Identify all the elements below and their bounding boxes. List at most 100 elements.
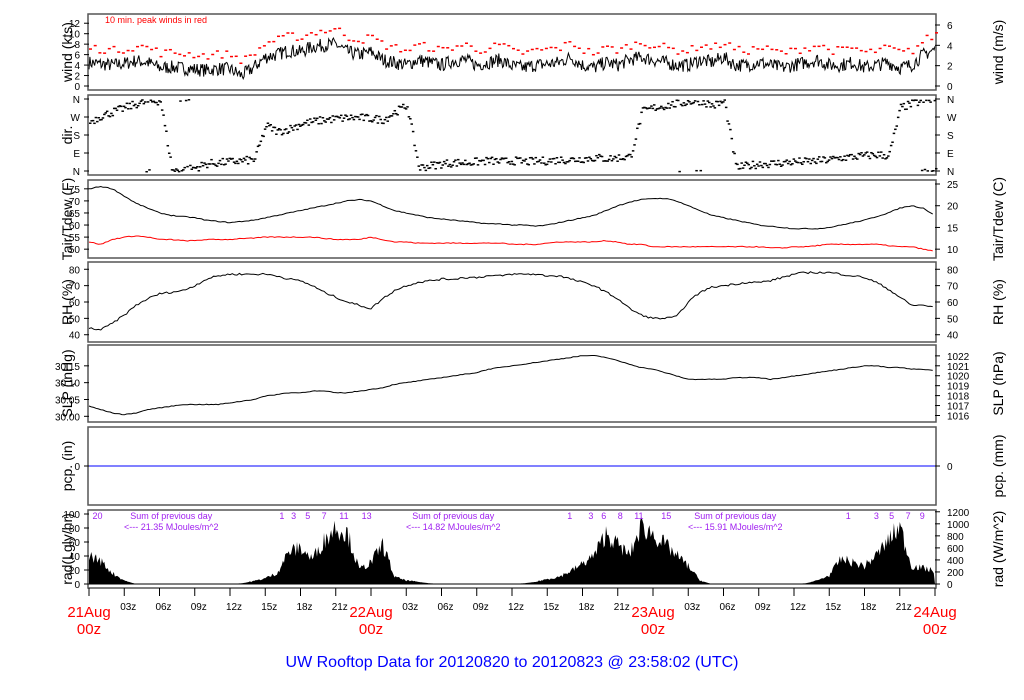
direction-point <box>695 169 698 172</box>
direction-point <box>707 101 711 104</box>
direction-point <box>922 101 925 104</box>
direction-point <box>382 122 385 125</box>
peak-wind-point <box>173 52 177 54</box>
direction-point <box>297 123 301 126</box>
series-peak-wind <box>89 27 938 65</box>
direction-point <box>896 116 900 119</box>
direction-point <box>342 117 346 119</box>
direction-point <box>351 116 354 119</box>
y-tick-label: 50 <box>69 245 81 256</box>
peak-wind-point <box>347 39 351 42</box>
direction-point <box>176 169 179 172</box>
direction-point <box>589 157 593 160</box>
direction-point <box>128 102 131 105</box>
peak-wind-point <box>89 48 92 50</box>
direction-point <box>545 163 549 166</box>
direction-point <box>386 120 390 122</box>
series-direction <box>89 99 938 173</box>
peak-wind-point <box>121 52 125 54</box>
direction-point <box>585 157 588 159</box>
direction-point <box>411 130 415 133</box>
direction-point <box>784 160 787 163</box>
direction-point <box>327 118 330 120</box>
direction-point <box>452 160 456 163</box>
direction-point <box>255 151 258 153</box>
direction-point <box>143 101 147 103</box>
y-tick-label: 40 <box>69 331 81 342</box>
y-tick-label: 60 <box>69 298 81 309</box>
direction-point <box>767 166 770 169</box>
direction-point <box>375 114 378 117</box>
direction-point <box>753 165 756 167</box>
peak-wind-point <box>450 49 454 51</box>
peak-wind-point <box>718 46 722 49</box>
peak-wind-point <box>441 46 445 49</box>
direction-point <box>696 100 700 103</box>
peak-wind-point <box>667 46 671 49</box>
peak-wind-point <box>474 50 478 52</box>
direction-point <box>540 162 543 164</box>
y-tick-label-right: 800 <box>947 532 964 543</box>
direction-point <box>706 100 710 102</box>
direction-point <box>105 110 109 113</box>
direction-point <box>490 156 494 159</box>
peak-wind-point <box>291 32 295 34</box>
peak-wind-point <box>483 51 487 53</box>
direction-point <box>475 157 478 159</box>
peak-wind-point <box>695 49 699 52</box>
peak-wind-point <box>723 43 727 46</box>
y-tick-label-right: 1021 <box>947 362 970 373</box>
direction-point <box>868 157 872 160</box>
direction-point <box>614 156 618 159</box>
direction-point <box>296 128 299 131</box>
direction-point <box>362 119 366 122</box>
direction-point <box>865 151 869 153</box>
panel-frame-slp <box>87 344 937 423</box>
peak-wind-point <box>220 57 224 59</box>
y-tick-label-right: E <box>947 149 954 160</box>
y-tick-label-right: 2 <box>947 62 953 73</box>
direction-point <box>858 153 862 156</box>
direction-point <box>722 101 725 103</box>
direction-point <box>554 162 557 165</box>
direction-point <box>301 123 305 126</box>
direction-point <box>448 163 452 166</box>
rad-annotation: 1 <box>846 511 851 521</box>
direction-point <box>844 159 848 161</box>
peak-wind-point <box>117 51 121 53</box>
direction-point <box>273 126 277 129</box>
direction-point <box>231 157 234 160</box>
peak-wind-point <box>624 44 628 46</box>
direction-point <box>184 99 188 102</box>
direction-point <box>404 108 408 110</box>
peak-wind-point <box>892 47 896 49</box>
peak-wind-point <box>737 45 741 48</box>
direction-point <box>801 163 804 166</box>
direction-point <box>798 157 801 159</box>
peak-wind-point <box>648 47 652 49</box>
direction-point <box>564 162 567 165</box>
direction-point <box>925 99 928 102</box>
peak-wind-point <box>403 49 407 52</box>
direction-point <box>633 144 636 146</box>
direction-point <box>747 163 750 166</box>
direction-point <box>558 161 562 164</box>
direction-point <box>89 122 92 124</box>
direction-point <box>385 116 388 119</box>
rad-annotation: Sum of previous day <box>694 511 777 521</box>
peak-wind-point <box>385 48 389 50</box>
direction-point <box>723 99 726 101</box>
direction-point <box>356 116 360 118</box>
direction-point <box>534 156 538 159</box>
x-date-time-label: 00z <box>359 621 383 638</box>
direction-point <box>730 137 734 140</box>
direction-point <box>352 118 356 121</box>
direction-point <box>242 157 246 160</box>
direction-point <box>125 102 129 105</box>
direction-point <box>765 164 769 167</box>
direction-point <box>142 102 146 105</box>
peak-wind-point <box>920 41 924 44</box>
chart-title: UW Rooftop Data for 20120820 to 20120823… <box>286 654 739 671</box>
direction-point <box>127 108 130 110</box>
peak-wind-point <box>314 33 318 36</box>
